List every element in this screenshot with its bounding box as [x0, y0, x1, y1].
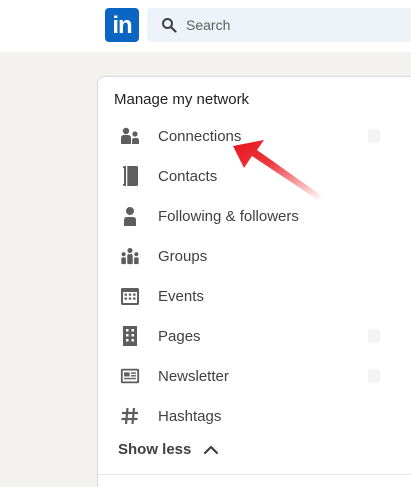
building-icon: [120, 324, 140, 348]
top-nav-bar: in Search: [0, 0, 411, 52]
nav-label-newsletter: Newsletter: [158, 367, 229, 385]
nav-label-following: Following & followers: [158, 207, 299, 225]
nav-label-pages: Pages: [158, 327, 201, 345]
contacts-icon: [120, 164, 140, 188]
count-placeholder: [368, 129, 380, 143]
search-icon: [162, 18, 177, 33]
nav-item-events[interactable]: Events: [98, 276, 398, 316]
show-less-label: Show less: [118, 441, 192, 458]
count-placeholder: [368, 329, 380, 343]
nav-item-groups[interactable]: Groups: [98, 236, 398, 276]
hashtag-icon: [120, 404, 140, 428]
divider: [98, 474, 411, 475]
nav-label-connections: Connections: [158, 127, 242, 145]
search-bar[interactable]: Search: [147, 8, 411, 42]
nav-item-pages[interactable]: Pages: [98, 316, 398, 356]
nav-label-hashtags: Hashtags: [158, 407, 222, 425]
linkedin-logo[interactable]: in: [105, 8, 139, 42]
card-title: Manage my network: [114, 91, 250, 108]
search-placeholder: Search: [186, 17, 231, 33]
logo-text: in: [112, 12, 132, 39]
person-icon: [120, 204, 140, 228]
chevron-up-icon: [204, 445, 219, 454]
nav-label-events: Events: [158, 287, 204, 305]
annotation-arrow-icon: [233, 140, 322, 200]
show-less-button[interactable]: Show less: [118, 441, 219, 458]
nav-item-hashtags[interactable]: Hashtags: [98, 396, 398, 436]
nav-label-groups: Groups: [158, 247, 208, 265]
newsletter-icon: [120, 364, 140, 388]
count-placeholder: [368, 369, 380, 383]
groups-icon: [120, 244, 140, 268]
nav-item-newsletter[interactable]: Newsletter: [98, 356, 398, 396]
calendar-icon: [120, 284, 140, 308]
nav-label-contacts: Contacts: [158, 167, 218, 185]
connections-icon: [120, 124, 140, 148]
